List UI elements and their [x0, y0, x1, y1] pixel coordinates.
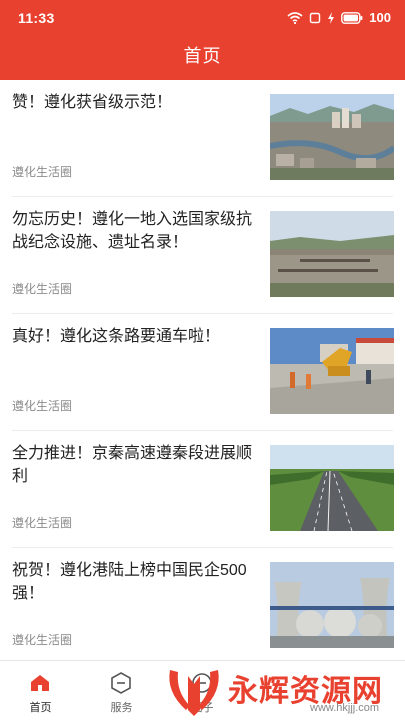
news-thumbnail[interactable]	[270, 562, 394, 648]
tab-label: 服务	[110, 702, 133, 714]
battery-icon	[341, 11, 363, 24]
news-thumbnail[interactable]	[270, 211, 394, 297]
tab-home[interactable]: 首页	[0, 661, 81, 720]
tab-service[interactable]: 服务	[81, 661, 162, 720]
sim-card-icon	[309, 12, 321, 24]
status-bar: 11:33 100	[0, 0, 405, 34]
news-title[interactable]: 祝贺！遵化港陆上榜中国民企500强！	[12, 559, 252, 605]
tab-label: 首页	[29, 702, 52, 714]
battery-level: 100	[369, 10, 391, 25]
news-title[interactable]: 勿忘历史！遵化一地入选国家级抗战纪念设施、遗址名录！	[12, 208, 252, 254]
news-thumbnail[interactable]	[270, 445, 394, 531]
news-item[interactable]: 勿忘历史！遵化一地入选国家级抗战纪念设施、遗址名录！ 遵化生活圈	[0, 197, 405, 314]
news-item[interactable]: 全力推进！京秦高速遵秦段进展顺利 遵化生活圈	[0, 431, 405, 548]
service-icon	[109, 671, 133, 695]
news-source: 遵化生活圈	[12, 633, 73, 647]
status-icons: 100	[287, 10, 391, 25]
news-source: 遵化生活圈	[12, 399, 73, 413]
news-source: 遵化生活圈	[12, 516, 73, 530]
news-item[interactable]: 赞！遵化获省级示范！ 遵化生活圈	[0, 80, 405, 197]
news-thumbnail[interactable]	[270, 94, 394, 180]
news-source: 遵化生活圈	[12, 282, 73, 296]
charging-icon	[327, 11, 335, 24]
news-title[interactable]: 赞！遵化获省级示范！	[12, 91, 252, 114]
status-time: 11:33	[18, 10, 55, 26]
news-title[interactable]: 全力推进！京秦高速遵秦段进展顺利	[12, 442, 252, 488]
news-source: 遵化生活圈	[12, 165, 73, 179]
news-thumbnail[interactable]	[270, 328, 394, 414]
home-icon	[28, 671, 52, 695]
watermark: 永辉资源网 www.hkjjj.com	[160, 660, 405, 720]
news-title[interactable]: 真好！遵化这条路要通车啦！	[12, 325, 252, 348]
app-bar: 11:33 100 首页	[0, 0, 405, 80]
news-item[interactable]: 真好！遵化这条路要通车啦！ 遵化生活圈	[0, 314, 405, 431]
watermark-url: www.hkjjj.com	[310, 702, 380, 714]
wifi-icon	[287, 11, 303, 24]
news-item[interactable]: 祝贺！遵化港陆上榜中国民企500强！ 遵化生活圈	[0, 548, 405, 660]
page-title: 首页	[183, 46, 222, 66]
news-feed[interactable]: 赞！遵化获省级示范！ 遵化生活圈 勿忘历史！遵化一地入选国家级抗战纪念设施、遗址…	[0, 80, 405, 660]
